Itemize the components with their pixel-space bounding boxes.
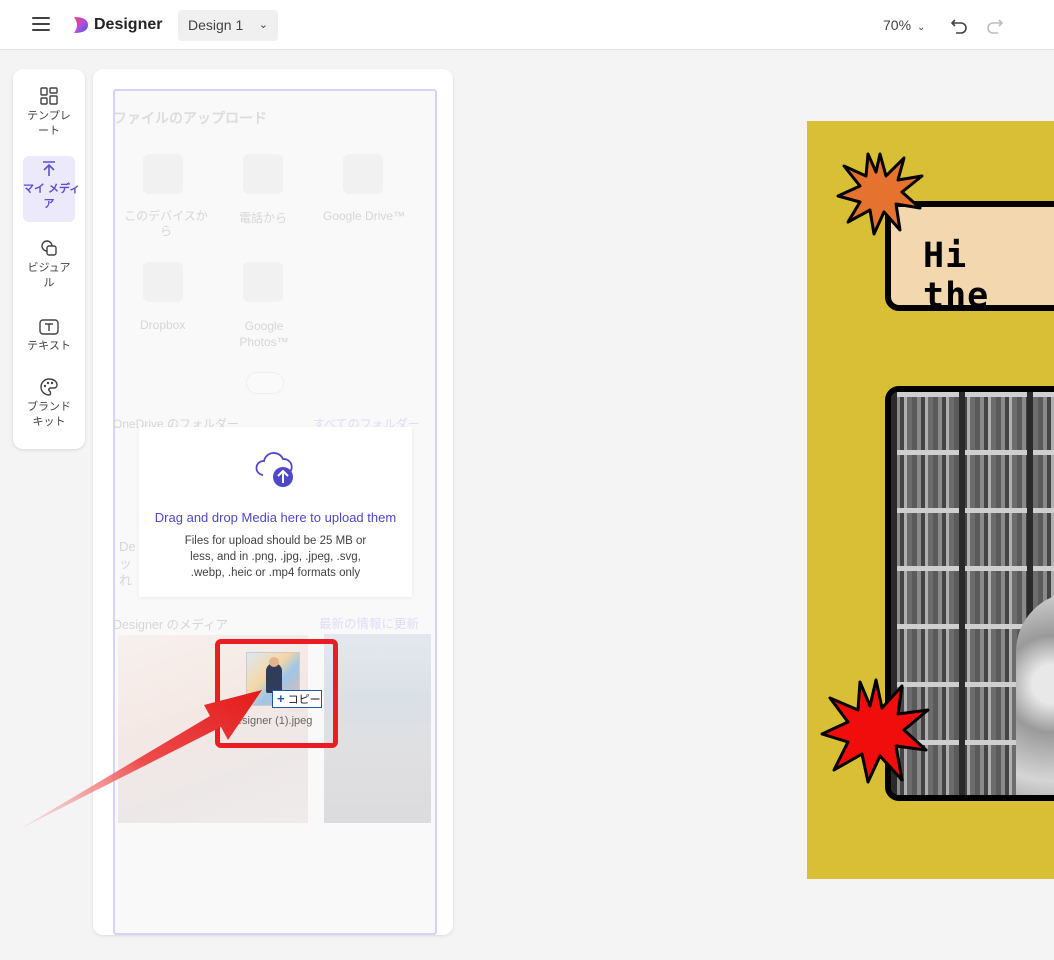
designer-logo-icon [74,17,88,33]
device-upload-icon[interactable] [143,154,183,194]
rail-item-label: マイ メディ ア [23,183,81,210]
qr-code-icon[interactable] [243,154,283,194]
collapse-chevron-up-icon[interactable] [246,372,284,394]
dropbox-icon[interactable] [143,262,183,302]
rail-item-label: ブランド キット [27,401,71,428]
rail-item-label: テキスト [27,340,71,352]
visual-icon [41,240,57,256]
drop-subtitle: Files for upload should be 25 MB or less… [184,535,367,579]
text-icon [39,319,59,335]
designer-media-label[interactable]: Designer のメディア [113,614,228,633]
top-bar: Designer Design 1 ⌄ 70% ⌄ [0,0,1054,50]
partial-text: De ッ れ [119,539,136,588]
hamburger-menu-icon[interactable] [32,17,50,31]
google-drive-icon[interactable] [343,154,383,194]
zoom-dropdown[interactable]: 70% ⌄ [883,17,925,33]
palette-icon [40,378,58,396]
chevron-down-icon: ⌄ [258,19,268,31]
rail-item-label: ビジュア ル [27,262,71,289]
rail-item-label: テンプレ ート [27,110,71,137]
drop-title: Drag and drop Media here to upload them [154,510,397,525]
greeting-text[interactable]: Hi the [923,236,1054,316]
media-thumbnail[interactable] [324,634,431,823]
google-photos-icon[interactable] [243,262,283,302]
undo-icon[interactable] [950,14,968,34]
source-phone-label: 電話から [239,211,288,225]
refresh-link[interactable]: 最新の情報に更新 [319,613,419,632]
source-dropbox-label: Dropbox [140,318,186,332]
rail-item-text[interactable]: テキスト [23,315,75,357]
app-brand: Designer [94,16,163,33]
drop-upload-card: Drag and drop Media here to upload them … [139,427,412,597]
chevron-down-icon: ⌄ [917,22,926,33]
panel-title: ファイルのアップロード [113,110,267,126]
design-name-dropdown[interactable]: Design 1 ⌄ [178,10,278,41]
left-rail: テンプレ ート マイ メディ ア ビジュア ル テキスト ブランド キット [13,69,85,449]
source-google-drive-label: Google Drive™ [323,209,406,223]
zoom-level: 70% [883,17,912,33]
orange-burst-icon [836,152,924,236]
template-icon [40,87,58,105]
rail-item-brand-kit[interactable]: ブランド キット [23,374,75,436]
red-burst-icon [820,678,930,784]
rail-item-templates[interactable]: テンプレ ート [23,83,75,143]
design-name: Design 1 [188,17,244,33]
highlight-box [215,639,338,748]
rail-item-visuals[interactable]: ビジュア ル [23,235,75,297]
upload-icon [43,161,55,176]
source-google-photos-label: Google Photos™ [239,319,289,349]
cloud-upload-icon [255,452,293,487]
source-device-label: このデバイスか ら [124,209,208,238]
redo-icon[interactable] [986,14,1004,34]
rail-item-my-media[interactable]: マイ メディ ア [23,156,80,222]
